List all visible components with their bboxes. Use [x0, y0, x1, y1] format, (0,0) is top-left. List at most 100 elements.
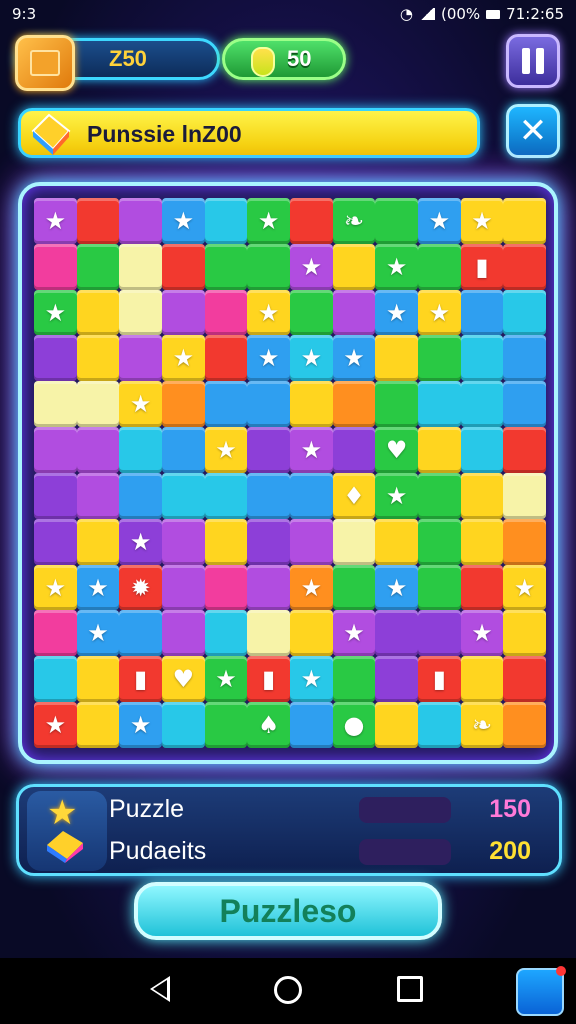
gems-counter[interactable]: 50 — [222, 38, 346, 80]
puzzle-tile[interactable] — [290, 381, 333, 428]
puzzle-tile[interactable] — [204, 610, 248, 657]
puzzle-tile[interactable]: ★ — [76, 610, 120, 657]
puzzle-tile[interactable] — [119, 289, 162, 336]
puzzle-tile[interactable]: ❧ — [332, 198, 376, 244]
puzzle-tile[interactable] — [119, 610, 162, 657]
puzzle-tile[interactable] — [460, 564, 504, 611]
puzzle-tile[interactable] — [76, 518, 120, 565]
puzzle-tile[interactable] — [162, 427, 205, 473]
puzzle-tile[interactable] — [375, 198, 418, 244]
puzzle-tile[interactable]: ★ — [34, 289, 77, 336]
puzzle-tile[interactable]: ★ — [76, 564, 120, 611]
puzzle-tile[interactable] — [247, 427, 290, 473]
puzzle-tile[interactable] — [375, 335, 418, 382]
puzzle-tile[interactable] — [76, 427, 120, 473]
app-shortcut-icon[interactable] — [516, 966, 566, 1016]
puzzle-tile[interactable] — [460, 289, 504, 336]
puzzle-tile[interactable] — [34, 472, 77, 519]
puzzle-tile[interactable] — [375, 702, 418, 748]
puzzle-tile[interactable] — [162, 289, 205, 336]
puzzle-tile[interactable] — [76, 702, 120, 748]
puzzle-tile[interactable]: ★ — [290, 564, 333, 611]
puzzle-tile[interactable] — [119, 335, 162, 382]
puzzle-tile[interactable] — [460, 656, 504, 703]
puzzle-tile[interactable]: ♦ — [332, 472, 376, 519]
puzzle-tile[interactable] — [503, 243, 546, 290]
puzzle-tile[interactable] — [503, 518, 546, 565]
puzzle-tile[interactable] — [162, 472, 205, 519]
puzzle-tile[interactable]: ▮ — [460, 243, 504, 290]
puzzle-tile[interactable]: ★ — [460, 198, 504, 244]
puzzle-tile[interactable]: ★ — [375, 289, 418, 336]
puzzle-tile[interactable] — [119, 198, 162, 244]
puzzle-tile[interactable] — [34, 518, 77, 565]
puzzle-tile[interactable] — [418, 610, 461, 657]
puzzle-tile[interactable] — [34, 335, 77, 382]
puzzle-tile[interactable]: ★ — [34, 702, 77, 748]
puzzle-tile[interactable] — [76, 656, 120, 703]
puzzle-tile[interactable] — [119, 427, 162, 473]
puzzle-tile[interactable]: ★ — [375, 472, 418, 519]
puzzle-tile[interactable] — [503, 427, 546, 473]
puzzle-tile[interactable]: ★ — [162, 335, 205, 382]
puzzle-tile[interactable] — [162, 610, 205, 657]
puzzle-tile[interactable] — [290, 702, 333, 748]
puzzle-tile[interactable] — [460, 518, 504, 565]
puzzle-tile[interactable]: ● — [332, 702, 376, 748]
puzzle-tile[interactable] — [375, 518, 418, 565]
puzzle-tile[interactable]: ★ — [204, 427, 248, 473]
puzzle-tile[interactable] — [503, 702, 546, 748]
puzzle-tile[interactable] — [460, 381, 504, 428]
puzzle-tile[interactable] — [503, 381, 546, 428]
puzzle-tile[interactable] — [332, 427, 376, 473]
puzzle-tile[interactable] — [162, 381, 205, 428]
puzzle-tile[interactable] — [247, 518, 290, 565]
puzzleso-button[interactable]: Puzzleso — [134, 882, 442, 940]
recent-apps-icon[interactable] — [397, 976, 423, 1002]
puzzle-tile[interactable] — [204, 243, 248, 290]
puzzle-tile[interactable] — [503, 289, 546, 336]
puzzle-tile[interactable]: ♥ — [162, 656, 205, 703]
puzzle-tile[interactable]: ★ — [119, 518, 162, 565]
puzzle-tile[interactable]: ★ — [375, 243, 418, 290]
puzzle-tile[interactable]: ▮ — [418, 656, 461, 703]
puzzle-tile[interactable] — [76, 243, 120, 290]
puzzle-tile[interactable] — [76, 472, 120, 519]
puzzle-tile[interactable] — [162, 702, 205, 748]
puzzle-tile[interactable]: ★ — [247, 335, 290, 382]
puzzle-tile[interactable] — [375, 381, 418, 428]
puzzle-tile[interactable]: ★ — [332, 335, 376, 382]
puzzle-tile[interactable] — [460, 472, 504, 519]
puzzle-tile[interactable]: ★ — [290, 243, 333, 290]
puzzle-tile[interactable]: ❧ — [460, 702, 504, 748]
puzzle-tile[interactable]: ★ — [503, 564, 546, 611]
puzzle-tile[interactable] — [290, 610, 333, 657]
puzzle-tile[interactable]: ♠ — [247, 702, 290, 748]
puzzle-tile[interactable]: ★ — [418, 289, 461, 336]
puzzle-tile[interactable] — [503, 198, 546, 244]
puzzle-tile[interactable] — [204, 335, 248, 382]
puzzle-tile[interactable] — [375, 656, 418, 703]
puzzle-tile[interactable] — [34, 427, 77, 473]
puzzle-tile[interactable]: ♥ — [375, 427, 418, 473]
puzzle-tile[interactable] — [119, 243, 162, 290]
puzzle-tile[interactable]: ★ — [204, 656, 248, 703]
puzzle-tile[interactable] — [247, 610, 290, 657]
puzzle-tile[interactable]: ★ — [290, 427, 333, 473]
puzzle-tile[interactable] — [332, 518, 376, 565]
puzzle-tile[interactable] — [119, 472, 162, 519]
puzzle-tile[interactable] — [332, 243, 376, 290]
puzzle-tile[interactable] — [503, 656, 546, 703]
puzzle-tile[interactable] — [375, 610, 418, 657]
puzzle-tile[interactable]: ★ — [418, 198, 461, 244]
puzzle-tile[interactable] — [418, 335, 461, 382]
puzzle-tile[interactable] — [34, 381, 77, 428]
home-icon[interactable] — [274, 976, 302, 1004]
puzzle-tile[interactable] — [204, 472, 248, 519]
puzzle-tile[interactable] — [332, 381, 376, 428]
puzzle-tile[interactable]: ▮ — [119, 656, 162, 703]
puzzle-tile[interactable]: ✹ — [119, 564, 162, 611]
puzzle-tile[interactable] — [247, 472, 290, 519]
puzzle-tile[interactable] — [247, 564, 290, 611]
puzzle-tile[interactable] — [418, 381, 461, 428]
